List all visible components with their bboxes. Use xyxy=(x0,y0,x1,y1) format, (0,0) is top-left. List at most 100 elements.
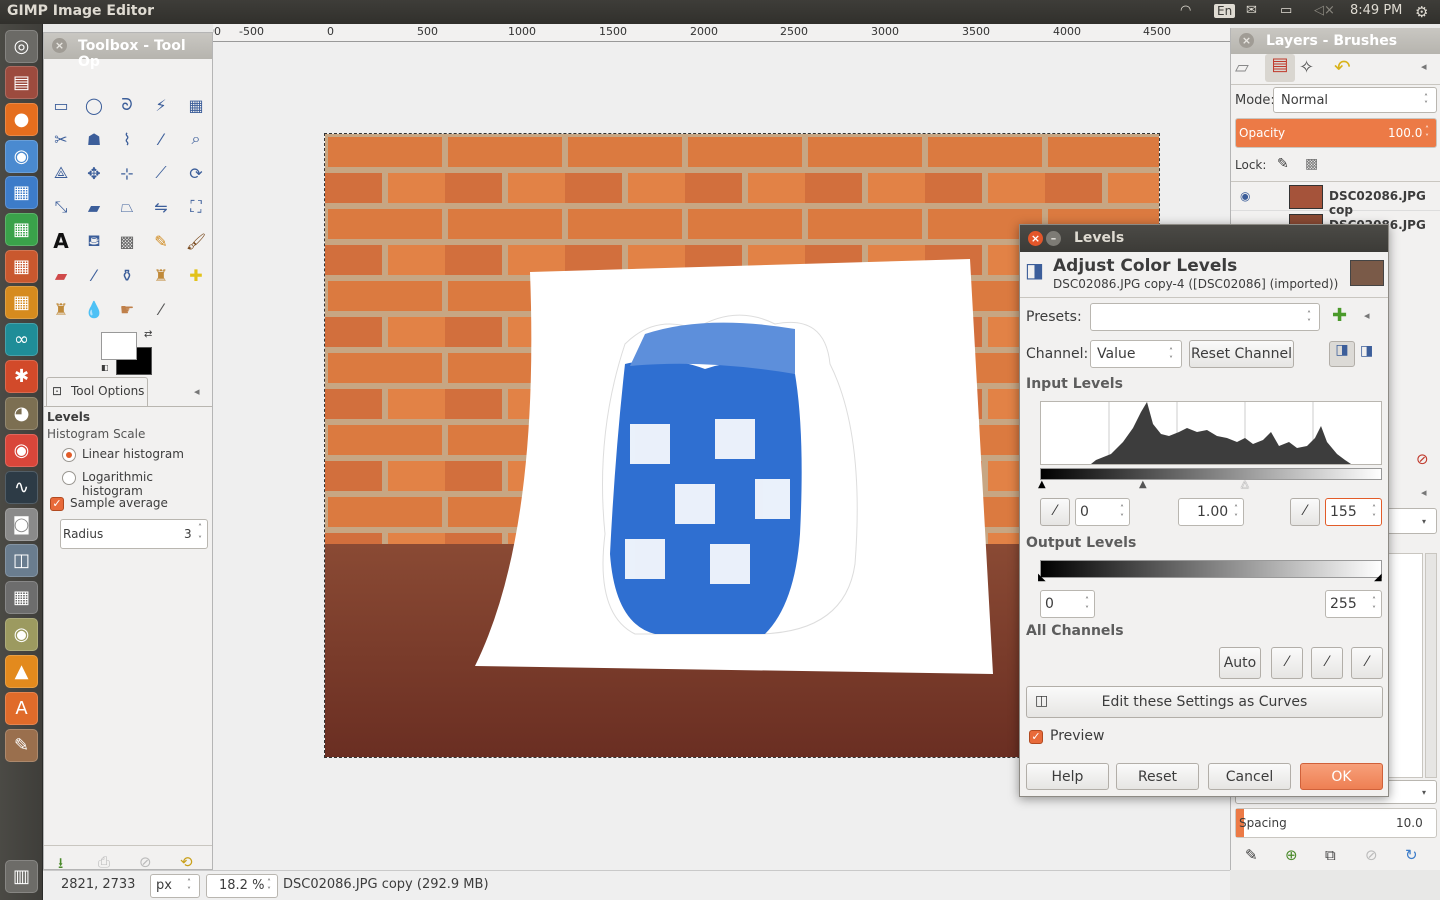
perspective-clone-icon[interactable]: ♜ xyxy=(49,297,73,321)
lock-pixels-icon[interactable]: ✎ xyxy=(1277,156,1289,172)
settings-icon[interactable]: ✱ xyxy=(5,360,38,393)
gamma-spinner[interactable]: 1.00 ˄ ˅ xyxy=(1178,498,1244,526)
wifi-icon[interactable]: ◠ xyxy=(1180,3,1191,18)
shear-icon[interactable]: ▰ xyxy=(82,195,106,219)
close-icon[interactable]: × xyxy=(52,38,67,53)
rect-select-icon[interactable]: ▭ xyxy=(49,93,73,117)
edit-as-curves-button[interactable]: ◫ Edit these Settings as Curves xyxy=(1026,686,1383,718)
pick-white-point-button[interactable]: ⁄ xyxy=(1351,647,1383,679)
system-monitor-icon[interactable]: ∿ xyxy=(5,471,38,504)
tab-menu-icon[interactable]: ◂ xyxy=(1421,60,1427,73)
output-high-handle[interactable]: ◢ xyxy=(1374,572,1382,583)
scissors-icon[interactable]: ✂ xyxy=(49,127,73,151)
new-brush-icon[interactable]: ⊕ xyxy=(1285,846,1298,864)
cage-icon[interactable]: ⛶ xyxy=(184,195,208,219)
opacity-slider[interactable]: Opacity 100.0 ˄ ˅ xyxy=(1235,118,1437,148)
calculator-icon[interactable]: ▦ xyxy=(5,581,38,614)
flip-icon[interactable]: ⇋ xyxy=(149,195,173,219)
cancel-button[interactable]: Cancel xyxy=(1208,763,1291,790)
eraser-icon[interactable]: ▰ xyxy=(49,263,73,287)
keyboard-indicator[interactable]: En xyxy=(1214,4,1236,18)
edit-brush-icon[interactable]: ✎ xyxy=(1245,846,1258,864)
close-icon[interactable]: × xyxy=(1028,231,1043,246)
ellipse-select-icon[interactable]: ◯ xyxy=(82,93,106,117)
sample-average-checkbox[interactable]: ✓ xyxy=(50,497,64,511)
clock[interactable]: 8:49 PM xyxy=(1350,3,1402,18)
zoom-select[interactable]: 18.2 % ˄ ˅ xyxy=(206,874,278,898)
clone-icon[interactable]: ♜ xyxy=(149,263,173,287)
gimp-icon[interactable]: ◕ xyxy=(5,397,38,430)
align-icon[interactable]: ⊹ xyxy=(115,161,139,185)
linear-histogram-icon[interactable]: ◨ xyxy=(1329,341,1355,367)
tools-icon[interactable]: ✎ xyxy=(5,729,38,762)
arduino-icon[interactable]: ∞ xyxy=(5,323,38,356)
files-icon[interactable]: ▤ xyxy=(5,66,38,99)
reset-button[interactable]: Reset xyxy=(1116,763,1199,790)
blend-icon[interactable]: ▩ xyxy=(115,229,139,253)
pick-gray-point-button[interactable]: ⁄ xyxy=(1311,647,1343,679)
media-icon[interactable]: ◉ xyxy=(5,618,38,651)
paths-icon[interactable]: ⌇ xyxy=(115,127,139,151)
software-center-icon[interactable]: A xyxy=(5,692,38,725)
pencil-icon[interactable]: ✎ xyxy=(149,229,173,253)
help-button[interactable]: Help xyxy=(1026,763,1109,790)
output-high-spinner[interactable]: 255 ˄ ˅ xyxy=(1325,590,1382,618)
trash-icon[interactable]: ▥ xyxy=(5,860,38,893)
input-high-spinner[interactable]: 155 ˄ ˅ xyxy=(1325,498,1382,526)
default-colors-icon[interactable]: ◧ xyxy=(101,363,109,372)
delete-tool-preset-icon[interactable]: ⊘ xyxy=(139,853,152,871)
delete-brush-icon[interactable]: ⊘ xyxy=(1365,846,1378,864)
channels-tab-icon[interactable]: ▤ xyxy=(1265,54,1295,82)
decrement-icon[interactable]: ˅ xyxy=(1234,514,1238,522)
dodge-burn-icon[interactable]: ⁄ xyxy=(149,297,173,321)
increment-icon[interactable]: ˄ xyxy=(1372,597,1376,605)
reset-channel-button[interactable]: Reset Channel xyxy=(1189,340,1294,368)
decrement-icon[interactable]: ˅ xyxy=(198,536,202,544)
heal-icon[interactable]: ✚ xyxy=(184,263,208,287)
eye-icon[interactable]: ◉ xyxy=(1240,189,1250,203)
decrement-icon[interactable]: ˅ xyxy=(1372,514,1376,522)
minimize-icon[interactable]: – xyxy=(1046,231,1061,246)
add-preset-icon[interactable]: ✚ xyxy=(1332,305,1347,326)
lock-alpha-icon[interactable]: ▩ xyxy=(1305,156,1318,172)
draw-icon[interactable]: ▦ xyxy=(5,286,38,319)
log-histogram-icon[interactable]: ◨ xyxy=(1360,343,1373,359)
layer-row[interactable]: ◉ DSC02086.JPG cop xyxy=(1231,181,1440,217)
chrome-icon[interactable]: ◉ xyxy=(5,434,38,467)
close-icon[interactable]: × xyxy=(1239,33,1254,48)
firefox-icon[interactable]: ● xyxy=(5,103,38,136)
output-low-handle[interactable]: ◣ xyxy=(1038,572,1046,583)
foreground-select-icon[interactable]: ☗ xyxy=(82,127,106,151)
zoom-icon[interactable]: ⌕ xyxy=(184,127,208,151)
gear-icon[interactable]: ⚙ xyxy=(1415,3,1428,21)
paintbrush-icon[interactable]: 🖌 xyxy=(184,229,208,253)
fuzzy-select-icon[interactable]: ⚡ xyxy=(149,93,173,117)
radius-spinner[interactable]: Radius 3 ˄ ˅ xyxy=(60,519,208,549)
pick-black-point-button[interactable]: ⁄ xyxy=(1271,647,1303,679)
increment-icon[interactable]: ˄ xyxy=(1234,505,1238,513)
horizontal-ruler[interactable]: 1000 -500 0 500 1000 1500 2000 2500 3000… xyxy=(213,24,1230,42)
mode-select[interactable]: Normal ˄ ˅ xyxy=(1273,87,1437,113)
ok-button[interactable]: OK xyxy=(1300,763,1383,790)
white-eyedropper-button[interactable]: ⁄ xyxy=(1290,498,1320,526)
dash-icon[interactable]: ◎ xyxy=(5,30,38,63)
decrement-icon[interactable]: ˅ xyxy=(1120,514,1124,522)
ink-icon[interactable]: ⚱ xyxy=(115,263,139,287)
text-icon[interactable]: A xyxy=(49,229,73,253)
delete-layer-icon[interactable]: ⊘ xyxy=(1416,450,1429,468)
layers-tab-icon[interactable]: ▱ xyxy=(1235,57,1249,78)
move-icon[interactable]: ✥ xyxy=(82,161,106,185)
preview-checkbox[interactable]: ✓ xyxy=(1029,730,1043,744)
vlc-icon[interactable]: ▲ xyxy=(5,655,38,688)
free-select-icon[interactable]: ᘐ xyxy=(115,93,139,117)
duplicate-brush-icon[interactable]: ⧉ xyxy=(1325,846,1336,864)
airbrush-icon[interactable]: ⁄ xyxy=(82,263,106,287)
volume-icon[interactable]: ◁× xyxy=(1314,3,1335,18)
crop-icon[interactable]: ⟋ xyxy=(149,161,173,185)
white-point-handle[interactable]: △ xyxy=(1241,479,1249,490)
measure-icon[interactable]: ⟁ xyxy=(49,161,73,185)
spacing-slider[interactable]: Spacing 10.0 xyxy=(1235,808,1437,838)
tab-menu-icon[interactable]: ◂ xyxy=(1421,486,1427,499)
input-low-spinner[interactable]: 0 ˄ ˅ xyxy=(1075,498,1130,526)
writer-icon[interactable]: ▦ xyxy=(5,176,38,209)
